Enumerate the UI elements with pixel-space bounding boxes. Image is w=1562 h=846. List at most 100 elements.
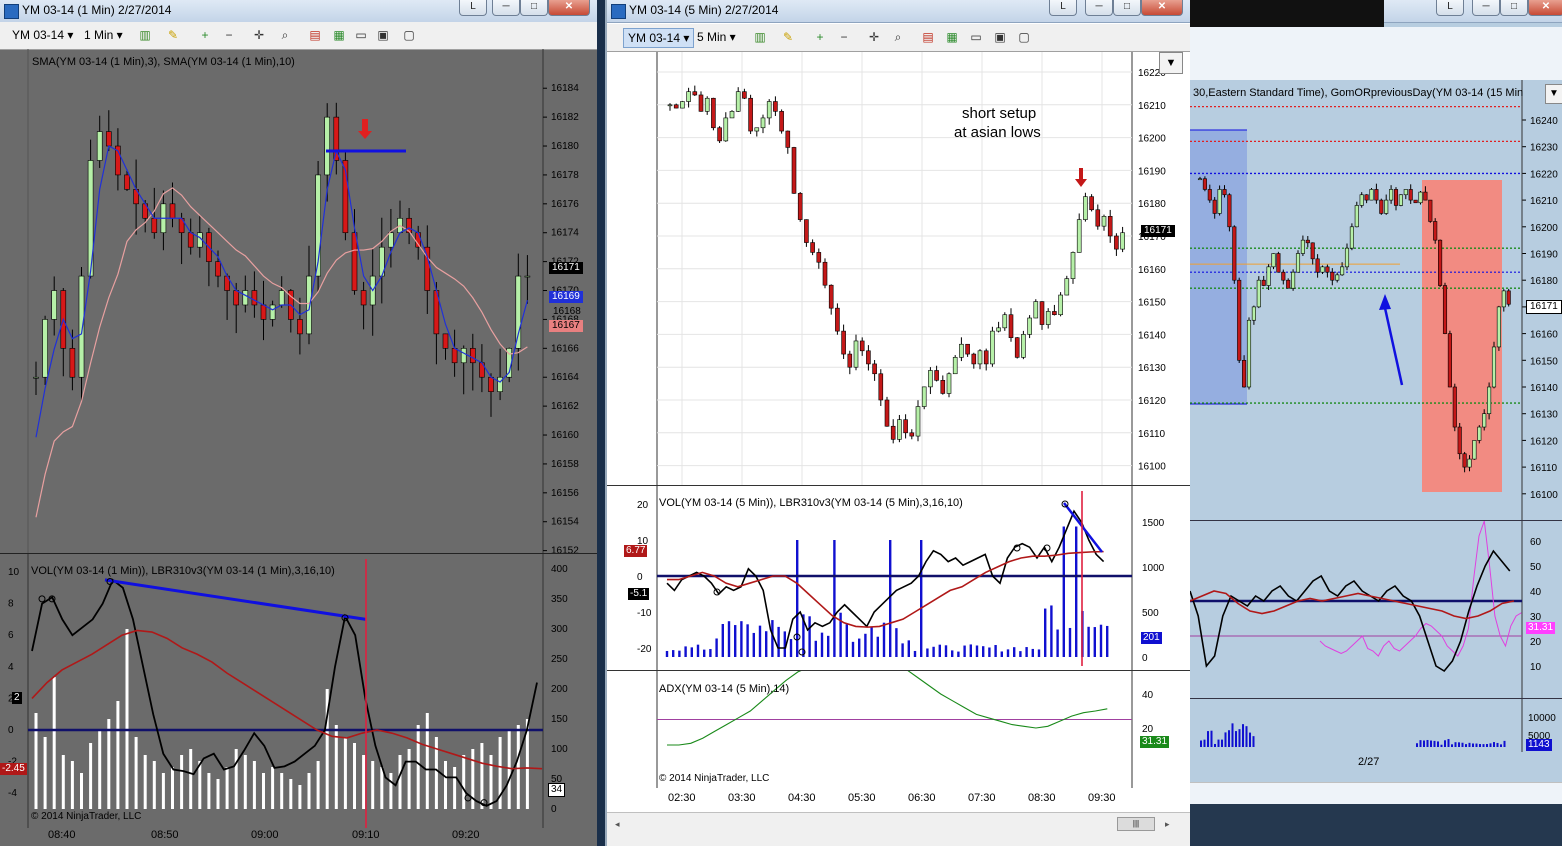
draw-tool-icon[interactable]: ✎ [166, 28, 180, 42]
right-price-panel[interactable]: 1624016230162201621016200161901618016170… [1190, 80, 1562, 520]
left-chart-window[interactable]: YM 03-14 (1 Min) 2/27/2014 L ─ □ ✕ YM 03… [0, 0, 597, 846]
volume-bar [444, 761, 447, 809]
volume-bar [777, 626, 780, 657]
right-candle [1261, 279, 1266, 286]
scroll-right-arrow[interactable]: ▸ [1165, 819, 1170, 830]
bar-style-icon[interactable]: ▥ [138, 28, 152, 42]
indicators-icon[interactable]: ▤ [921, 30, 935, 44]
instrument-selector[interactable]: YM 03-14 ▾ [8, 26, 77, 44]
right-osc-panel[interactable]: 70605040302010 31.31 [1190, 512, 1562, 699]
volume-bar [353, 743, 356, 809]
volume-bar [134, 737, 138, 809]
indicators-icon[interactable]: ▤ [308, 28, 322, 42]
data-box-icon[interactable]: ▭ [354, 28, 368, 42]
volume-bar [926, 648, 929, 657]
minimize-button[interactable]: ─ [1472, 0, 1500, 16]
price-tick-label: 16100 [1530, 490, 1558, 501]
right-candle [1359, 194, 1364, 206]
right-titlebar[interactable]: L ─ □ ✕ [1384, 0, 1562, 23]
properties-icon[interactable]: ⌕ [891, 30, 905, 44]
volume-bar [1437, 741, 1439, 747]
strategies-icon[interactable]: ▦ [332, 28, 346, 42]
close-button[interactable]: ✕ [1141, 0, 1183, 16]
middle-candle [797, 193, 803, 220]
middle-candle [1120, 232, 1125, 250]
interval-selector[interactable]: 1 Min ▾ [80, 26, 127, 44]
bar-style-icon[interactable]: ▥ [753, 30, 767, 44]
fast-oscillator-line [666, 509, 1105, 649]
middle-osc-panel[interactable]: 20 10 0 -10 -20 1500 1000 500 0 VOL(YM 03-14 (5 … [607, 485, 1192, 671]
volume-bar [80, 773, 83, 809]
crosshair-icon[interactable]: ✛ [867, 30, 881, 44]
volume-bar [889, 540, 892, 657]
minimize-button[interactable]: ─ [492, 0, 520, 16]
scroll-dropdown-button[interactable]: ▼ [1159, 52, 1183, 74]
zoom-out-icon[interactable]: − [837, 30, 851, 44]
zoom-in-icon[interactable]: + [813, 30, 827, 44]
strategies-icon[interactable]: ▦ [945, 30, 959, 44]
adx-tag: 31.31 [1140, 736, 1170, 748]
left-price-panel[interactable]: 1618416182161801617816176161741617216170… [0, 49, 597, 557]
middle-candle [971, 353, 977, 365]
maximize-button[interactable]: □ [1500, 0, 1528, 16]
middle-adx-panel[interactable]: 604020 ADX(YM 03-14 (5 Min),14) 31.31 © … [607, 649, 1192, 789]
osc-right-tick-label: 200 [551, 684, 568, 695]
close-button[interactable]: ✕ [1528, 0, 1562, 16]
right-scrollbar[interactable] [1190, 782, 1562, 805]
maximize-button[interactable]: □ [1113, 0, 1141, 16]
zoom-out-icon[interactable]: − [222, 28, 236, 42]
left-candle [242, 290, 249, 306]
link-button[interactable]: L [1436, 0, 1464, 16]
osc-tag: 31.31 [1526, 622, 1556, 634]
left-price-chart: 1618416182161801617816176161741617216170… [27, 49, 579, 557]
properties-icon[interactable]: ⌕ [278, 28, 292, 42]
price-tick-label: 16130 [1530, 410, 1558, 421]
link-button[interactable]: L [459, 0, 487, 16]
left-candle [69, 348, 76, 378]
volume-bar [715, 638, 718, 657]
snapshot-icon[interactable]: ▣ [376, 28, 390, 42]
maximize-button[interactable]: □ [520, 0, 548, 16]
right-scroll-dropdown[interactable]: ▼ [1545, 84, 1562, 104]
middle-titlebar[interactable]: YM 03-14 (5 Min) 2/27/2014 L ─ □ ✕ [607, 0, 1192, 23]
volume-bar [851, 641, 855, 657]
zoom-in-icon[interactable]: + [198, 28, 212, 42]
left-titlebar[interactable]: YM 03-14 (1 Min) 2/27/2014 L ─ □ ✕ [0, 0, 597, 23]
data-box-icon[interactable]: ▭ [969, 30, 983, 44]
volume-bar [107, 719, 111, 809]
close-button[interactable]: ✕ [548, 0, 590, 16]
snapshot-icon[interactable]: ▣ [993, 30, 1007, 44]
crosshair-icon[interactable]: ✛ [252, 28, 266, 42]
left-candle [488, 376, 494, 392]
volume-bar [814, 640, 817, 657]
volume-bar [116, 701, 120, 809]
price-tick-label: 16210 [1530, 196, 1558, 207]
right-vol-panel[interactable]: 10000 5000 1143 [1190, 698, 1562, 753]
right-candle [1457, 426, 1462, 455]
middle-candle [1014, 337, 1020, 358]
price-tick-label: 16176 [551, 199, 579, 210]
link-button[interactable]: L [1049, 0, 1077, 16]
window-icon[interactable]: ▢ [402, 28, 416, 42]
time-tick-label: 09:20 [452, 829, 480, 841]
left-osc-panel[interactable]: 1086420-2-4400350300250200150100500 VOL(… [0, 553, 597, 829]
left-copyright: © 2014 NinjaTrader, LLC [31, 811, 142, 822]
right-candle [1271, 253, 1276, 268]
scroll-thumb[interactable]: ||| [1117, 817, 1155, 831]
date-label: 2/27 [1358, 756, 1380, 768]
volume-bar [901, 643, 904, 657]
scroll-left-arrow[interactable]: ◂ [615, 819, 620, 830]
volume-bar [1426, 739, 1429, 747]
middle-price-panel[interactable]: 16220 16210 16200 16190 16180 16170 16160 16150… [607, 52, 1192, 485]
horizontal-scrollbar[interactable]: ◂ ||| ▸ [607, 812, 1192, 846]
draw-tool-icon[interactable]: ✎ [781, 30, 795, 44]
price-tick-label: 16158 [551, 459, 579, 470]
osc-right-tick-label: 0 [1142, 653, 1148, 664]
window-icon[interactable]: ▢ [1017, 30, 1031, 44]
minimize-button[interactable]: ─ [1085, 0, 1113, 16]
right-chart-window[interactable]: L ─ □ ✕ 16240 16230 16220 16210 16200 16190 16… [1190, 0, 1562, 846]
interval-selector[interactable]: 5 Min ▾ [693, 28, 740, 46]
middle-candle [1039, 301, 1045, 325]
instrument-selector[interactable]: YM 03-14 ▾ [623, 28, 695, 48]
middle-chart-window[interactable]: YM 03-14 (5 Min) 2/27/2014 L ─ □ ✕ YM 03… [605, 0, 1192, 846]
